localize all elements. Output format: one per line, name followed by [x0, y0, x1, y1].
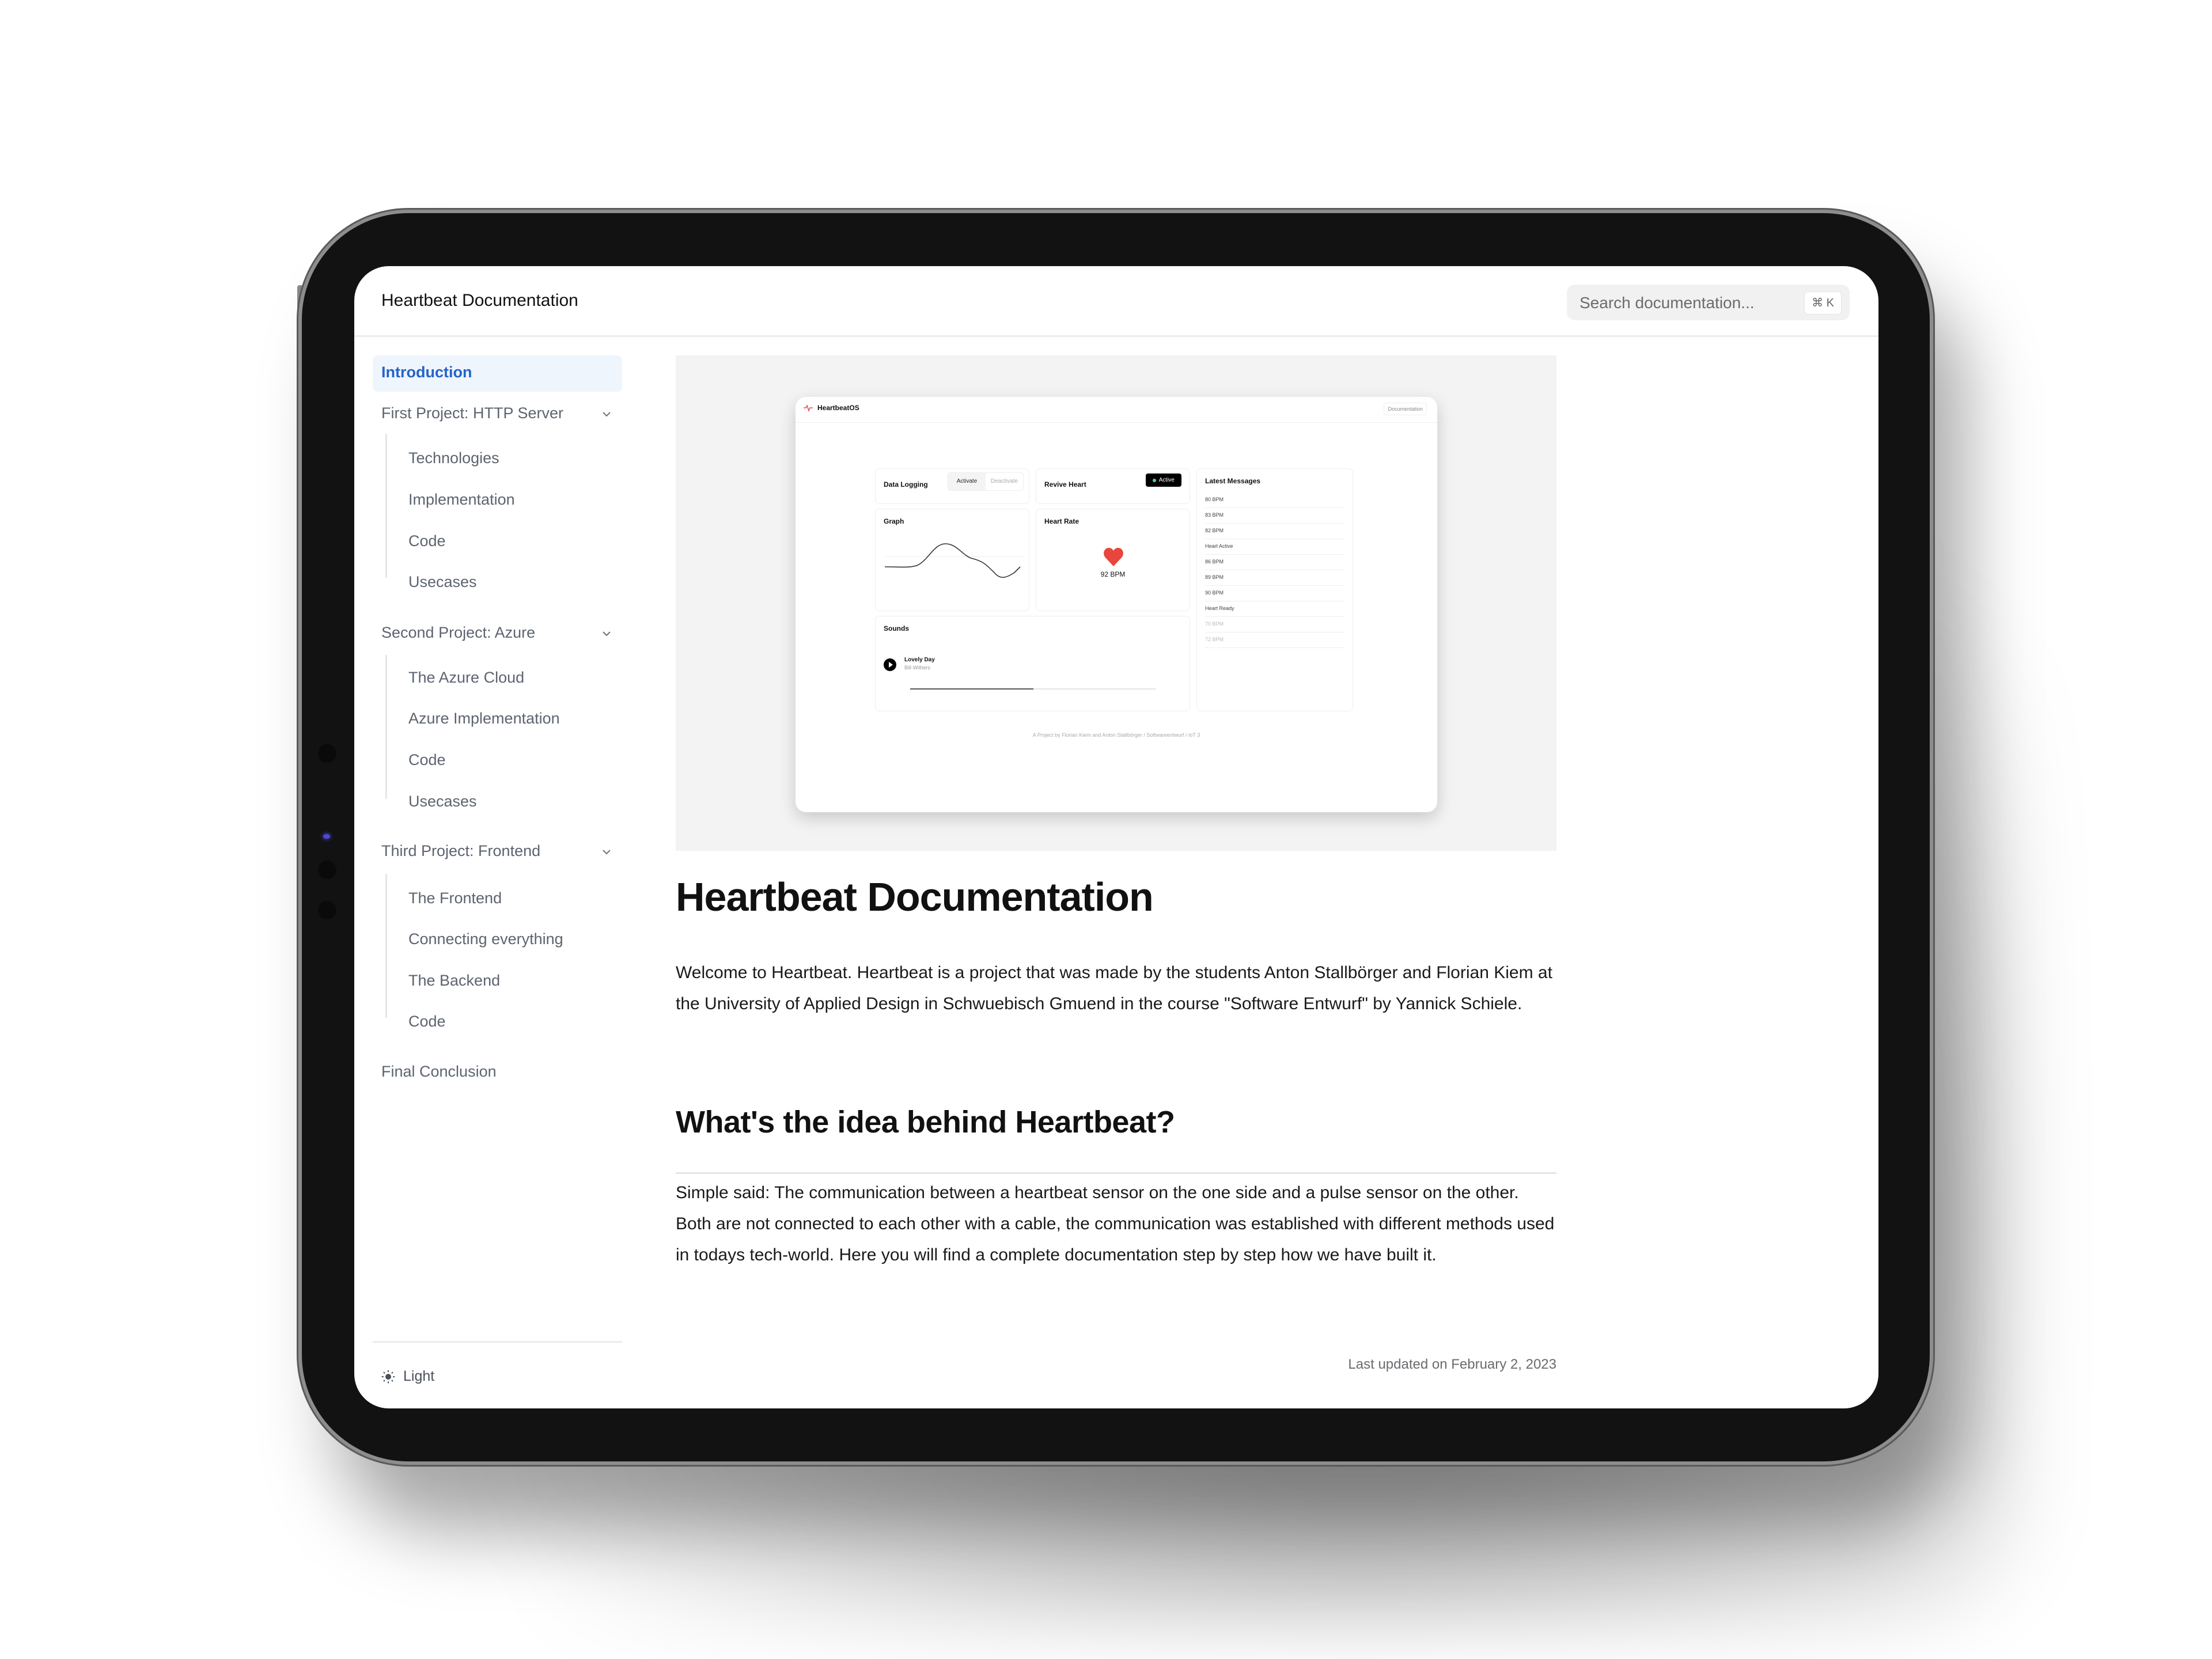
site-title[interactable]: Heartbeat Documentation [381, 291, 578, 310]
section-heading: What's the idea behind Heartbeat? [676, 1105, 1175, 1139]
sidebar-item-azure-cloud[interactable]: The Azure Cloud [408, 669, 524, 687]
mock-logo: HeartbeatOS [804, 404, 859, 412]
data-logging-card: Data Logging Activate Deactivate [875, 468, 1029, 504]
volume-button [415, 209, 472, 213]
message-row: 80 BPM [1205, 492, 1344, 508]
message-row: 86 BPM [1205, 554, 1344, 570]
card-title: Graph [884, 517, 904, 525]
search-input[interactable]: Search documentation... ⌘ K [1567, 285, 1850, 320]
latest-messages-card: Latest Messages 80 BPM 83 BPM 82 BPM Heart … [1196, 468, 1353, 711]
sidebar-item-backend[interactable]: The Backend [408, 972, 500, 990]
sidebar-item-code[interactable]: Code [408, 532, 446, 550]
mock-docs-link: Documentation [1384, 403, 1427, 415]
sidebar-item-azure-implementation[interactable]: Azure Implementation [408, 710, 560, 728]
sidebar-item-third-project[interactable]: Third Project: Frontend [381, 842, 540, 860]
sensor-dot [318, 901, 336, 919]
theme-toggle[interactable]: Light [381, 1368, 434, 1385]
sidebar-item-usecases[interactable]: Usecases [408, 793, 477, 810]
status-label: Active [1158, 477, 1175, 483]
hero-image: HeartbeatOS Documentation Data Logging A… [676, 355, 1556, 851]
song-progress-fill [910, 688, 1033, 690]
sensor-dot [318, 861, 336, 879]
revive-heart-card: Revive Heart Active [1036, 468, 1190, 504]
theme-label: Light [403, 1368, 435, 1384]
sun-icon [381, 1370, 395, 1383]
heading-divider [676, 1172, 1556, 1174]
message-row: 83 BPM [1205, 507, 1344, 524]
idea-paragraph: Simple said: The communication between a… [676, 1183, 1555, 1264]
pulse-icon [804, 404, 813, 412]
sidebar-item-first-project[interactable]: First Project: HTTP Server [381, 404, 563, 422]
intro-paragraph: Welcome to Heartbeat. Heartbeat is a pro… [676, 963, 1552, 1013]
message-row: 82 BPM [1205, 523, 1344, 539]
sidebar-item-second-project[interactable]: Second Project: Azure [381, 624, 535, 642]
heart-rate-card: Heart Rate 92 BPM [1036, 509, 1190, 611]
message-row: 90 BPM [1205, 585, 1344, 601]
sidebar-item-implementation[interactable]: Implementation [408, 491, 515, 509]
message-row: 70 BPM [1205, 616, 1344, 632]
last-updated: Last updated on February 2, 2023 [1348, 1357, 1556, 1372]
song-progress-track [910, 688, 1156, 690]
nav-guide-line [385, 874, 387, 1018]
message-row: Heart Ready [1205, 601, 1344, 617]
sounds-card: Sounds Lovely Day Bill Withers [875, 616, 1190, 711]
sidebar-item-code[interactable]: Code [408, 1013, 446, 1031]
page-title: Heartbeat Documentation [676, 874, 1154, 919]
song-artist: Bill Withers [904, 665, 931, 671]
heart-icon [1104, 548, 1123, 566]
sidebar-divider [373, 1341, 622, 1343]
sidebar-item-introduction[interactable]: Introduction [381, 363, 472, 381]
sensor-dot [318, 744, 336, 763]
card-title: Revive Heart [1044, 480, 1086, 488]
nav-guide-line [385, 434, 387, 578]
sidebar-item-technologies[interactable]: Technologies [408, 449, 499, 467]
status-dot [1152, 478, 1156, 482]
camera-icon [323, 834, 330, 839]
mock-header: HeartbeatOS Documentation [796, 397, 1437, 423]
activate-option: Activate [948, 473, 986, 490]
deactivate-option: Deactivate [990, 478, 1018, 484]
message-row: 72 BPM [1205, 632, 1344, 648]
chevron-down-icon[interactable] [600, 408, 613, 421]
graph-card: Graph [875, 509, 1029, 611]
chevron-down-icon[interactable] [600, 627, 613, 640]
card-title: Sounds [884, 624, 909, 632]
mock-app-name: HeartbeatOS [817, 404, 859, 412]
nav-guide-line [385, 655, 387, 799]
sidebar-nav: Introduction First Project: HTTP Server … [373, 355, 622, 1392]
sidebar-item-final-conclusion[interactable]: Final Conclusion [381, 1063, 497, 1081]
play-icon [884, 658, 896, 671]
top-bar: Heartbeat Documentation Search documenta… [354, 266, 1878, 337]
graph-line [885, 543, 1023, 578]
card-title: Data Logging [884, 480, 928, 488]
sidebar-item-code[interactable]: Code [408, 751, 446, 769]
sidebar-item-frontend[interactable]: The Frontend [408, 889, 502, 907]
dashboard-screenshot: HeartbeatOS Documentation Data Logging A… [796, 397, 1437, 812]
message-row: 89 BPM [1205, 570, 1344, 586]
power-button [297, 285, 302, 357]
active-status-pill: Active [1145, 474, 1181, 487]
screen: Heartbeat Documentation Search documenta… [354, 266, 1878, 1408]
sidebar-item-connecting[interactable]: Connecting everything [408, 930, 563, 948]
search-shortcut-badge: ⌘ K [1804, 291, 1842, 315]
search-placeholder: Search documentation... [1580, 294, 1755, 312]
song-title: Lovely Day [904, 657, 935, 663]
chevron-down-icon[interactable] [600, 846, 613, 858]
message-row: Heart Active [1205, 539, 1344, 555]
sidebar-item-usecases[interactable]: Usecases [408, 573, 477, 591]
mock-footer: A Project by Florian Kiem and Anton Stal… [1032, 732, 1200, 738]
volume-button [484, 209, 541, 213]
heart-rate-value: 92 BPM [1100, 570, 1126, 578]
card-title: Heart Rate [1044, 517, 1080, 525]
card-title: Latest Messages [1205, 477, 1261, 485]
logging-toggle: Activate Deactivate [948, 472, 1024, 491]
